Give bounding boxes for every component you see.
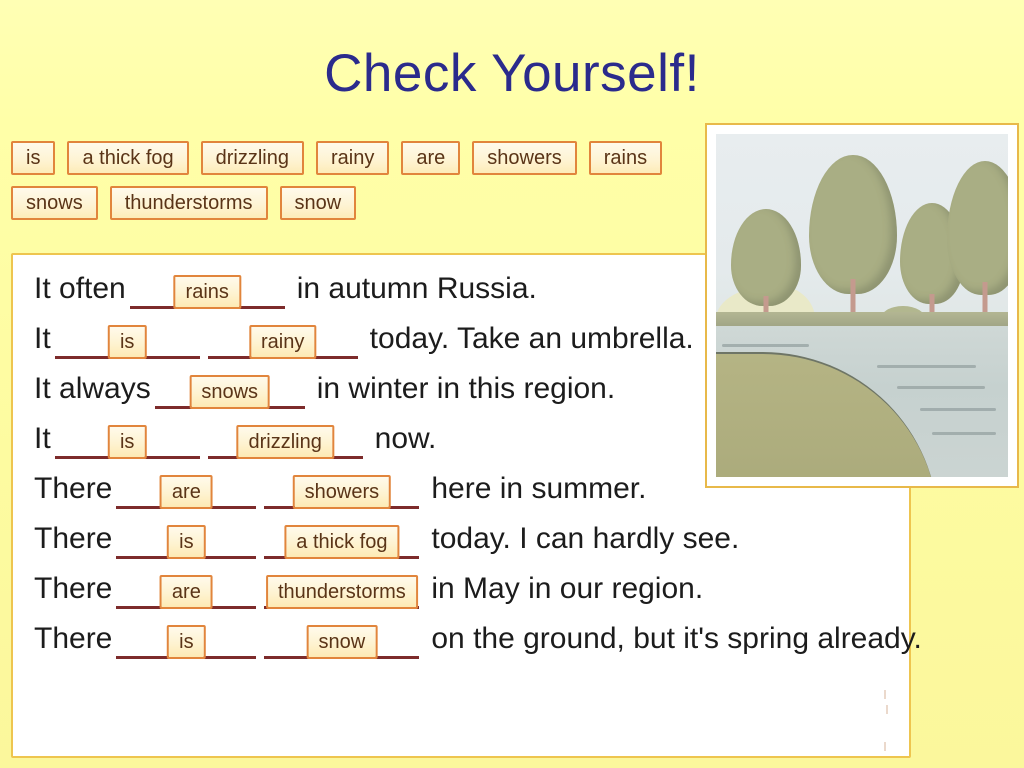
answer-blank[interactable]: are	[116, 569, 257, 609]
answer-chip[interactable]: is	[107, 325, 147, 359]
slide: Check Yourself! is a thick fog drizzling ra…	[0, 0, 1024, 768]
tree-icon	[809, 154, 898, 333]
answer-chip[interactable]: thunderstorms	[265, 575, 418, 609]
answer-blank[interactable]: snows	[154, 369, 305, 409]
sentence-lead-text: It	[34, 322, 51, 355]
word-bank-chip[interactable]: a thick fog	[67, 141, 189, 175]
word-bank: is a thick fog drizzling rainy are showers rai…	[11, 141, 701, 231]
sentence-tail-text: now.	[374, 422, 437, 455]
sentence-lead-text: It	[34, 422, 51, 455]
answer-blank[interactable]: rains	[129, 269, 285, 309]
sentence-lead-text: It often	[34, 272, 126, 305]
answer-blank[interactable]: is	[116, 519, 257, 559]
sentence-row: There are thunderstorms in May in our regio…	[34, 569, 894, 619]
answer-blank[interactable]: is	[116, 619, 257, 659]
answer-chip[interactable]: is	[167, 625, 206, 659]
word-bank-chip[interactable]: showers	[472, 141, 577, 175]
landscape-picture	[716, 134, 1008, 477]
word-bank-chip[interactable]: drizzling	[200, 141, 304, 175]
answer-blank[interactable]: are	[116, 469, 257, 509]
answer-chip[interactable]: are	[159, 575, 213, 609]
edge-artifact	[884, 690, 886, 699]
word-bank-chip[interactable]: rains	[588, 141, 663, 175]
word-bank-chip[interactable]: is	[11, 141, 56, 175]
sentence-row: There is snow on the ground, but it's sprin…	[34, 619, 922, 669]
answer-chip[interactable]: snow	[306, 625, 378, 659]
answer-chip[interactable]: rainy	[248, 325, 317, 359]
answer-chip[interactable]: a thick fog	[284, 525, 400, 559]
answer-chip[interactable]: are	[159, 475, 213, 509]
sentence-tail-text: today. Take an umbrella.	[369, 322, 694, 355]
sentence-tail-text: in winter in this region.	[316, 372, 616, 405]
sentence-tail-text: in May in our region.	[431, 572, 704, 605]
sentence-lead-text: There	[34, 622, 113, 655]
answer-blank[interactable]: is	[54, 319, 200, 359]
sentence-lead-text: It always	[34, 372, 151, 405]
edge-artifact	[884, 742, 886, 751]
answer-blank[interactable]: drizzling	[207, 419, 363, 459]
sentence-tail-text: here in summer.	[431, 472, 647, 505]
edge-artifact	[886, 705, 888, 714]
answer-chip[interactable]: rains	[173, 275, 241, 309]
word-bank-chip[interactable]: are	[401, 141, 461, 175]
answer-blank[interactable]: thunderstorms	[264, 569, 420, 609]
sentence-lead-text: There	[34, 522, 113, 555]
page-title: Check Yourself!	[324, 44, 700, 103]
word-bank-row: is a thick fog drizzling rainy are showers rai…	[11, 141, 701, 177]
sentence-lead-text: There	[34, 472, 113, 505]
answer-chip[interactable]: is	[107, 425, 147, 459]
answer-chip[interactable]: is	[167, 525, 206, 559]
answer-chip[interactable]: showers	[292, 475, 392, 509]
answer-chip[interactable]: snows	[189, 375, 271, 409]
word-bank-row: snows thunderstorms snow	[11, 186, 701, 222]
sentence-lead-text: There	[34, 572, 113, 605]
tree-icon	[946, 161, 1008, 333]
sentence-tail-text: on the ground, but it's spring already.	[431, 622, 922, 655]
answer-blank[interactable]: showers	[264, 469, 420, 509]
answer-blank[interactable]: is	[54, 419, 200, 459]
word-bank-chip[interactable]: thunderstorms	[109, 186, 268, 220]
word-bank-chip[interactable]: rainy	[315, 141, 390, 175]
sentence-tail-text: today. I can hardly see.	[431, 522, 740, 555]
answer-blank[interactable]: rainy	[207, 319, 358, 359]
sentence-tail-text: in autumn Russia.	[296, 272, 537, 305]
word-bank-chip[interactable]: snow	[279, 186, 357, 220]
word-bank-chip[interactable]: snows	[11, 186, 98, 220]
sentence-row: There is a thick fog today. I can hardly se…	[34, 519, 894, 569]
landscape-picture-frame	[705, 123, 1019, 488]
answer-blank[interactable]: a thick fog	[264, 519, 420, 559]
answer-chip[interactable]: drizzling	[236, 425, 334, 459]
answer-blank[interactable]: snow	[264, 619, 420, 659]
